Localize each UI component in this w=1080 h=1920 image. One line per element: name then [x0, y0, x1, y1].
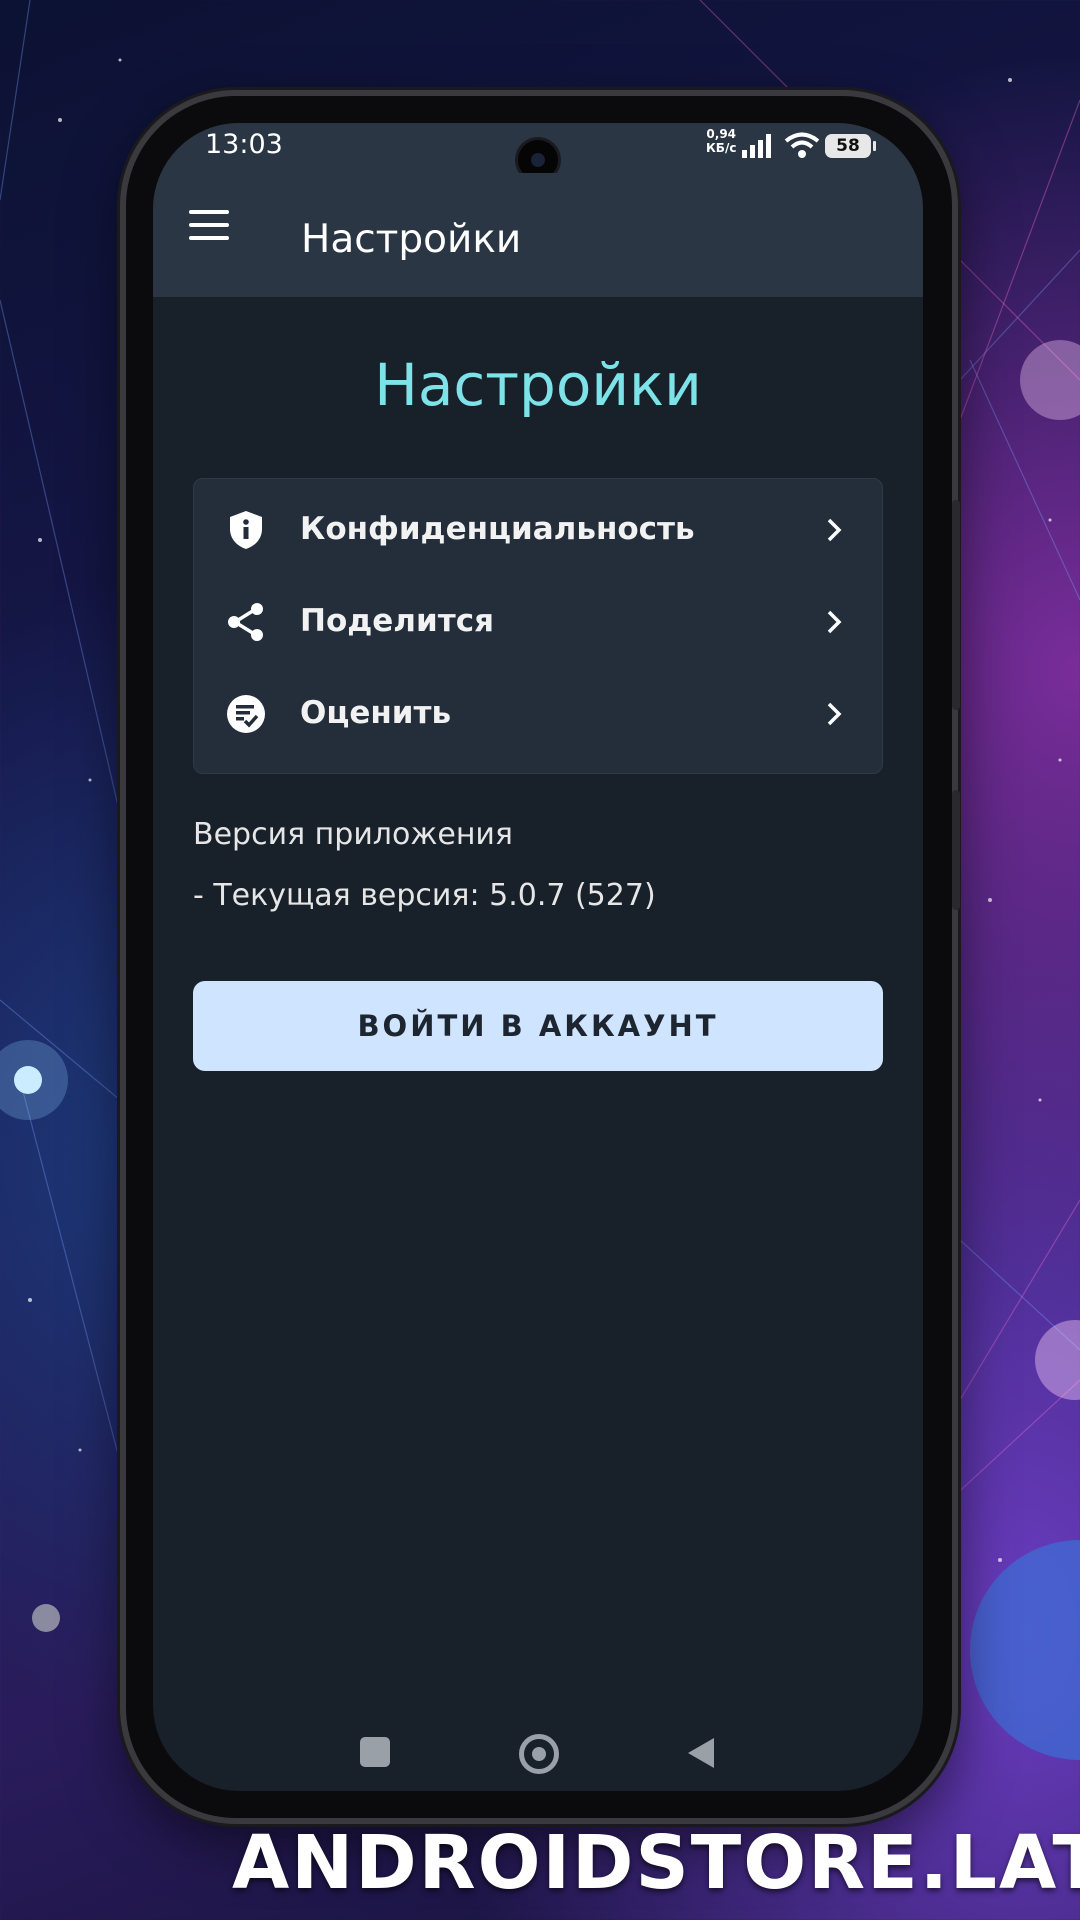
- menu-item-label: Поделится: [300, 603, 494, 639]
- power-button: [952, 790, 960, 910]
- settings-menu-card: Конфиденциальность Поделится Оценить: [193, 478, 883, 774]
- network-speed-value: 0,94: [706, 127, 737, 141]
- watermark-text: ANDROIDSTORE.LAT: [232, 1820, 1080, 1906]
- chevron-right-icon: [827, 610, 842, 634]
- share-icon: [228, 603, 263, 641]
- login-button[interactable]: ВОЙТИ В АККАУНТ: [193, 981, 883, 1071]
- status-bar: 13:03 0,94 КБ/с 58: [153, 123, 923, 180]
- back-icon[interactable]: [686, 1736, 716, 1770]
- app-bar: Настройки: [153, 173, 923, 297]
- wifi-icon: [784, 132, 820, 158]
- chevron-right-icon: [827, 518, 842, 542]
- version-heading: Версия приложения: [193, 817, 513, 852]
- hamburger-menu-icon[interactable]: [189, 210, 229, 242]
- phone-screen: 13:03 0,94 КБ/с 58 Настройки Настройки К…: [153, 123, 923, 1791]
- menu-item-label: Конфиденциальность: [300, 511, 695, 547]
- system-nav-bar: [153, 1733, 923, 1783]
- shield-info-icon: [230, 511, 262, 549]
- recent-apps-icon[interactable]: [360, 1737, 390, 1767]
- menu-item-privacy[interactable]: Конфиденциальность: [194, 485, 882, 575]
- chevron-right-icon: [827, 702, 842, 726]
- volume-button: [952, 500, 960, 710]
- signal-icon: [742, 134, 771, 158]
- current-version: - Текущая версия: 5.0.7 (527): [193, 878, 656, 913]
- rate-icon: [227, 695, 265, 733]
- menu-item-rate[interactable]: Оценить: [194, 669, 882, 759]
- network-speed-unit: КБ/с: [706, 141, 737, 155]
- battery-indicator: 58: [825, 134, 876, 158]
- status-time: 13:03: [205, 129, 283, 160]
- menu-item-label: Оценить: [300, 695, 452, 731]
- home-icon[interactable]: [519, 1734, 559, 1774]
- app-bar-title: Настройки: [301, 217, 522, 262]
- network-speed: 0,94 КБ/с: [706, 127, 736, 155]
- menu-item-share[interactable]: Поделится: [194, 577, 882, 667]
- page-title: Настройки: [374, 351, 702, 419]
